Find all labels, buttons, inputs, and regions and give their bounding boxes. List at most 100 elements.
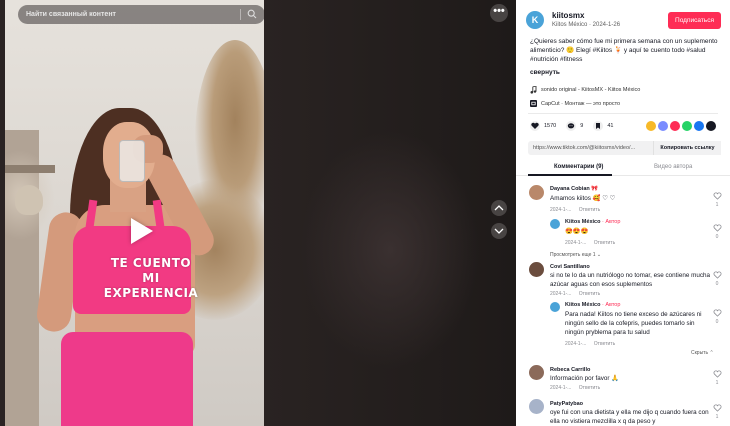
tab-author-videos[interactable]: Видео автора: [654, 164, 692, 170]
heart-outline-icon: [713, 271, 721, 279]
music-note-icon: [530, 86, 537, 94]
capcut-row[interactable]: CapCut · Монтаж — это просто: [530, 100, 620, 107]
capcut-label: CapCut · Монтаж — это просто: [541, 100, 621, 107]
comment-icon[interactable]: [566, 121, 577, 131]
view-more-replies[interactable]: Просмотреть еще 1 ⌄: [550, 252, 601, 258]
hide-replies-link[interactable]: Скрыть ⌃: [691, 350, 714, 356]
copy-link-button[interactable]: Копировать ссылку: [653, 141, 721, 155]
reply-link[interactable]: Ответить: [579, 207, 600, 213]
commenter-avatar[interactable]: [529, 399, 544, 414]
like-count: 1: [715, 202, 719, 208]
heart-outline-icon: [713, 309, 721, 317]
reply-avatar[interactable]: [550, 302, 560, 312]
comment-like[interactable]: 1: [711, 404, 723, 420]
comment-date: 2024-1-...: [550, 291, 572, 297]
active-tab-indicator: [528, 174, 612, 176]
reply-link[interactable]: Ответить: [594, 341, 615, 347]
author-badge: · Автор: [601, 219, 621, 225]
embed-icon[interactable]: [646, 121, 656, 131]
background-blur: [300, 130, 480, 370]
author-badge: · Автор: [601, 302, 621, 308]
related-search-bar[interactable]: Найти связанный контент: [18, 5, 264, 24]
video-description: ¿Quieres saber cómo fue mi primera seman…: [530, 38, 718, 63]
heart-outline-icon: [713, 192, 721, 200]
comment-text: Información por favor 🙏: [550, 375, 620, 382]
chevron-up-icon: [494, 205, 504, 211]
commenter-avatar[interactable]: [529, 262, 544, 277]
comment-list: Dayana Cobian 🎀 Amamos kiitos 🥰 ♡ ♡ 2024…: [516, 180, 730, 426]
comment-footer: 2024-1-... Ответить: [550, 385, 600, 391]
pinterest-icon[interactable]: [670, 121, 680, 131]
previous-video-button[interactable]: [491, 200, 507, 216]
reply-author-name: Kiitos México: [565, 302, 601, 308]
discord-icon[interactable]: [658, 121, 668, 131]
comment-footer: 2024-1-... Ответить: [550, 291, 600, 297]
like-count: 1: [715, 380, 719, 386]
search-icon[interactable]: [247, 9, 257, 19]
play-icon[interactable]: [131, 218, 153, 244]
facebook-icon[interactable]: [694, 121, 704, 131]
panel-tabs: Комментарии (9) Видео автора: [516, 160, 730, 176]
comment-like[interactable]: 0: [711, 271, 723, 287]
commenter-name[interactable]: Dayana Cobian 🎀: [550, 186, 598, 192]
reply-author-name: Kiitos México: [565, 219, 601, 225]
reply-footer: 2024-1-... Ответить: [565, 240, 615, 246]
bookmark-icon[interactable]: [593, 121, 604, 131]
video-player[interactable]: TE CUENTO MI EXPERIENCIA Найти связанный…: [5, 0, 264, 426]
tab-comments[interactable]: Комментарии (9): [554, 164, 603, 170]
reply-text: Para nada! Kiitos no tiene exceso de azú…: [565, 311, 702, 336]
commenter-name[interactable]: Rebeca Carrillo: [550, 367, 590, 373]
video-vase: [15, 185, 43, 215]
video-shelf: [5, 165, 55, 173]
heart-icon[interactable]: [530, 121, 540, 131]
more-options-button[interactable]: •••: [490, 4, 508, 22]
share-arrow-icon[interactable]: [706, 121, 716, 131]
search-divider: [240, 9, 241, 20]
like-count: 1570: [544, 123, 557, 129]
comment-count: 9: [580, 123, 584, 129]
reply-link[interactable]: Ответить: [579, 291, 600, 297]
comment-like[interactable]: 1: [711, 370, 723, 386]
divider: [528, 113, 718, 114]
author-username[interactable]: kiitosmx: [552, 11, 584, 20]
stats-row: 1570 9 41: [530, 121, 613, 131]
follow-button[interactable]: Подписаться: [668, 12, 721, 29]
comment-like[interactable]: 1: [711, 192, 723, 208]
reply-footer: 2024-1-... Ответить: [565, 341, 615, 347]
heart-outline-icon: [713, 404, 721, 412]
reply-like[interactable]: 0: [711, 224, 723, 240]
heart-outline-icon: [713, 224, 721, 232]
video-glass: [119, 140, 145, 182]
reply-name[interactable]: Kiitos México · Автор: [565, 302, 620, 308]
comment-footer: 2024-1-... Ответить: [550, 207, 600, 213]
commenter-avatar[interactable]: [529, 365, 544, 380]
save-count: 41: [607, 123, 614, 129]
next-video-button[interactable]: [491, 223, 507, 239]
video-link-box[interactable]: https://www.tiktok.com/@kiitosmx/video/.…: [528, 141, 721, 155]
author-subtitle: Kiitos México · 2024-1-26: [552, 22, 621, 28]
comment-date: 2024-1-...: [550, 385, 572, 391]
commenter-name[interactable]: Covi Santillano: [550, 264, 590, 270]
like-count: 0: [715, 319, 719, 325]
reply-like[interactable]: 0: [711, 309, 723, 325]
sound-row[interactable]: sonido original - KiitosMX - Kiitos Méxi…: [530, 86, 640, 94]
whatsapp-icon[interactable]: [682, 121, 692, 131]
reply-link[interactable]: Ответить: [594, 240, 615, 246]
chevron-down-icon: [494, 228, 504, 234]
reply-avatar[interactable]: [550, 219, 560, 229]
sound-label: sonido original - KiitosMX - Kiitos Méxi…: [541, 87, 641, 93]
commenter-name[interactable]: PatyPatybao: [550, 401, 583, 407]
capcut-icon: [530, 100, 537, 107]
like-count: 1: [715, 414, 719, 420]
video-stage: TE CUENTO MI EXPERIENCIA Найти связанный…: [0, 0, 516, 426]
comment-date: 2024-1-...: [550, 207, 572, 213]
reply-link[interactable]: Ответить: [579, 385, 600, 391]
collapse-link[interactable]: свернуть: [530, 69, 560, 76]
video-pink-shorts: [61, 332, 193, 426]
comment-text: oye fui con una dietista y ella me dijo …: [550, 409, 709, 425]
author-avatar[interactable]: K: [526, 11, 544, 29]
reply-name[interactable]: Kiitos México · Автор: [565, 219, 620, 225]
commenter-avatar[interactable]: [529, 185, 544, 200]
reply-text: 😍😍😍: [565, 228, 589, 235]
like-count: 0: [715, 234, 719, 240]
